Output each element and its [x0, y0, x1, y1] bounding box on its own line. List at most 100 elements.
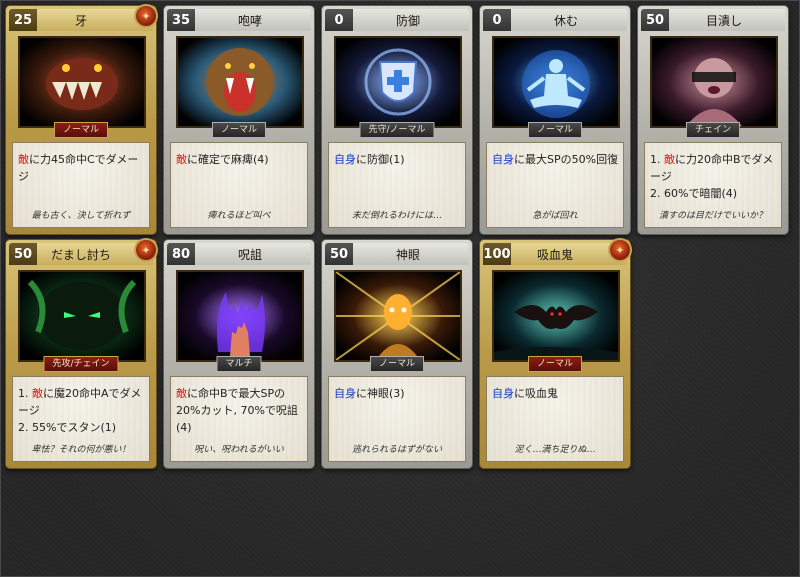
effect-number: 2. [650, 187, 664, 200]
cost-badge: 50 [641, 9, 669, 31]
cost-badge: 100 [483, 243, 511, 265]
effect-description: 1. 敵に魔20命中Aでダメージ 2. 55%でスタン(1) [18, 385, 145, 436]
effect-description: 1. 敵に力20命中Bでダメージ 2. 60%で暗闇(4) [650, 151, 777, 202]
flavor-text: 痺れるほど叫べ [207, 211, 271, 221]
card-type-tag: ノーマル [527, 356, 583, 372]
meditating-figure-icon [494, 38, 618, 126]
effect-line: 敵に命中Bで最大SPの20%カット, 70%で呪詛(4) [176, 385, 303, 436]
flavor-text: 泥く…満ち足りぬ… [514, 445, 596, 455]
cost-badge: 25 [9, 9, 37, 31]
card-art [492, 36, 620, 128]
blinded-figure-icon [652, 38, 776, 126]
fang-beast-icon [20, 38, 144, 126]
skill-card[interactable]: 35 咆哮 ノーマル 敵に確定で麻痺(4) 痺れるほど叫べ [163, 5, 315, 235]
card-type-tag: マルチ [216, 356, 262, 372]
target-keyword: 敵 [32, 387, 43, 400]
target-keyword: 敵 [176, 387, 187, 400]
effect-text: に確定で麻痺(4) [187, 153, 269, 166]
card-board: 25 牙 ✦ ノーマル 敵に力45命中Cでダメージ 最も古く、決して折れず 35… [0, 0, 800, 577]
lurking-eyes-icon [20, 272, 144, 360]
target-keyword: 自身 [334, 153, 356, 166]
card-titlebar: 0 防御 [325, 9, 469, 31]
card-textbox: 敵に確定で麻痺(4) 痺れるほど叫べ [170, 142, 308, 228]
card-art [492, 270, 620, 362]
skill-card[interactable]: 50 だまし討ち ✦ 先攻/チェイン 1. 敵に魔20命中Aでダメージ 2. 55… [5, 238, 158, 469]
card-textbox: 自身に最大SPの50%回復 急がば回れ [486, 142, 624, 228]
card-type-tag: チェイン [685, 122, 741, 138]
card-titlebar: 100 吸血鬼 [483, 243, 627, 265]
flavor-text: 卑怯？それの何が悪い！ [31, 445, 131, 455]
card-type-tag: 先守/ノーマル [359, 122, 435, 138]
skill-card[interactable]: 50 神眼 ノーマル 自身に神眼(3) 逃れられるはずがない [321, 239, 473, 469]
card-titlebar: 0 休む [483, 9, 627, 31]
skill-card[interactable]: 25 牙 ✦ ノーマル 敵に力45命中Cでダメージ 最も古く、決して折れず [5, 4, 158, 235]
skill-card[interactable]: 100 吸血鬼 ✦ ノーマル 自身に吸血鬼 泥く…満ち足りぬ… [479, 238, 632, 469]
effect-line: 敵に確定で麻痺(4) [176, 151, 303, 168]
cost-badge: 50 [325, 243, 353, 265]
effect-text: 55%でスタン(1) [32, 421, 117, 434]
card-art [18, 36, 146, 128]
card-titlebar: 35 咆哮 [167, 9, 311, 31]
cost-badge: 50 [9, 243, 37, 265]
effect-text: に命中Bで最大SPの20%カット, 70%で呪詛(4) [176, 387, 298, 434]
rarity-emblem-icon: ✦ [134, 238, 158, 262]
target-keyword: 自身 [492, 387, 514, 400]
skill-card[interactable]: 50 目潰し チェイン 1. 敵に力20命中Bでダメージ 2. 60%で暗闇(4)… [637, 5, 789, 235]
skill-card[interactable]: 80 呪詛 マルチ 敵に命中Bで最大SPの20%カット, 70%で呪詛(4) 呪… [163, 239, 315, 469]
target-keyword: 敵 [18, 153, 29, 166]
effect-number: 2. [18, 421, 32, 434]
effect-number: 1. [18, 387, 32, 400]
effect-line: 自身に防御(1) [334, 151, 461, 168]
effect-text: に神眼(3) [356, 387, 405, 400]
card-art [176, 270, 304, 362]
flavor-text: 潰すのは目だけでいいか？ [658, 211, 767, 221]
effect-line: 2. 55%でスタン(1) [18, 419, 145, 436]
card-art [334, 270, 462, 362]
card-textbox: 自身に吸血鬼 泥く…満ち足りぬ… [486, 376, 624, 462]
rarity-emblem-icon: ✦ [134, 4, 158, 28]
card-type-tag: ノーマル [211, 122, 267, 138]
effect-description: 敵に力45命中Cでダメージ [18, 151, 145, 185]
cost-badge: 0 [483, 9, 511, 31]
roaring-lion-icon [178, 38, 302, 126]
effect-description: 自身に神眼(3) [334, 385, 461, 402]
effect-line: 自身に最大SPの50%回復 [492, 151, 619, 168]
effect-line: 2. 60%で暗闇(4) [650, 185, 777, 202]
target-keyword: 自身 [334, 387, 356, 400]
effect-description: 敵に命中Bで最大SPの20%カット, 70%で呪詛(4) [176, 385, 303, 436]
card-type-tag: 先攻/チェイン [43, 356, 119, 372]
cost-badge: 80 [167, 243, 195, 265]
flavor-text: 逃れられるはずがない [351, 445, 442, 455]
skill-card[interactable]: 0 休む ノーマル 自身に最大SPの50%回復 急がば回れ [479, 5, 631, 235]
card-textbox: 自身に神眼(3) 逃れられるはずがない [328, 376, 466, 462]
card-titlebar: 50 神眼 [325, 243, 469, 265]
flavor-text: 呪い、呪われるがいい [194, 445, 284, 455]
skill-card[interactable]: 0 防御 先守/ノーマル 自身に防御(1) 未だ倒れるわけには… [321, 5, 473, 235]
card-art [334, 36, 462, 128]
card-textbox: 自身に防御(1) 未だ倒れるわけには… [328, 142, 466, 228]
card-art [176, 36, 304, 128]
card-textbox: 1. 敵に魔20命中Aでダメージ 2. 55%でスタン(1) 卑怯？それの何が悪い… [12, 376, 150, 462]
card-titlebar: 50 目潰し [641, 9, 785, 31]
effect-text: に力45命中Cでダメージ [18, 153, 139, 183]
flavor-text: 最も古く、決して折れず [31, 211, 131, 221]
target-keyword: 敵 [664, 153, 675, 166]
effect-description: 自身に最大SPの50%回復 [492, 151, 619, 168]
effect-description: 自身に防御(1) [334, 151, 461, 168]
effect-line: 1. 敵に魔20命中Aでダメージ [18, 385, 145, 419]
effect-line: 自身に吸血鬼 [492, 385, 619, 402]
effect-text: に最大SPの50%回復 [514, 153, 619, 166]
target-keyword: 敵 [176, 153, 187, 166]
effect-text: に防御(1) [356, 153, 405, 166]
shield-cross-icon [336, 38, 460, 126]
effect-line: 1. 敵に力20命中Bでダメージ [650, 151, 777, 185]
rarity-emblem-icon: ✦ [608, 238, 632, 262]
vampire-bat-icon [494, 272, 618, 360]
effect-description: 敵に確定で麻痺(4) [176, 151, 303, 168]
card-type-tag: ノーマル [53, 122, 109, 138]
card-titlebar: 25 牙 [9, 9, 153, 31]
card-art [650, 36, 778, 128]
effect-text: に吸血鬼 [514, 387, 558, 400]
effect-line: 敵に力45命中Cでダメージ [18, 151, 145, 185]
card-titlebar: 50 だまし討ち [9, 243, 153, 265]
